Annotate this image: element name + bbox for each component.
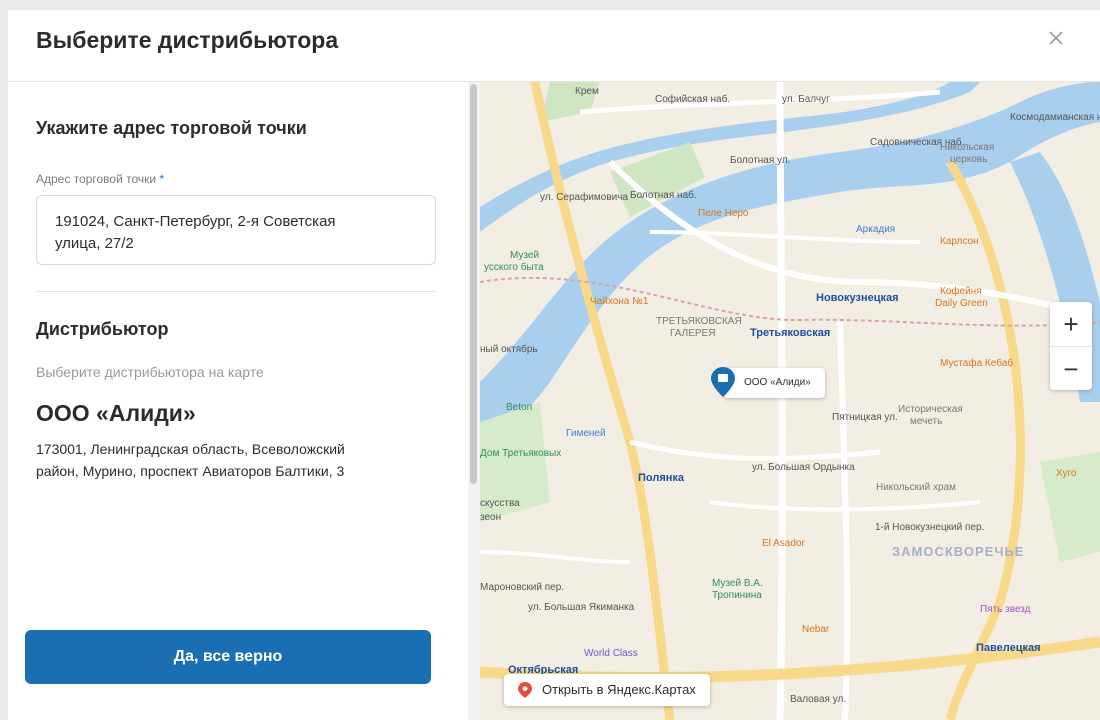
scrollbar-thumb[interactable] xyxy=(470,84,477,484)
left-panel-scrollbar[interactable] xyxy=(468,82,480,720)
distributor-address-line-2: район, Мурино, проспект Авиаторов Балтик… xyxy=(36,463,345,479)
poi-label: Кофейня xyxy=(940,286,982,297)
map-label: скусства xyxy=(480,498,520,509)
modal-title: Выберите дистрибьютора xyxy=(36,27,339,53)
poi-label: Хуго xyxy=(1056,468,1077,479)
poi-label: World Class xyxy=(584,648,638,659)
metro-label: Третьяковская xyxy=(750,327,831,339)
metro-label: Полянка xyxy=(638,472,685,484)
divider xyxy=(36,291,436,292)
museum-label: Тропинина xyxy=(712,590,762,601)
distributor-address-line-1: 173001, Ленинградская область, Всеволожс… xyxy=(36,441,345,457)
map-label: ТРЕТЬЯКОВСКАЯ xyxy=(656,316,742,327)
map[interactable]: Крем Софийская наб. Болотная ул. Болотна… xyxy=(480,82,1100,720)
map-label: Никольский храм xyxy=(876,482,957,493)
map-label: ГАЛЕРЕЯ xyxy=(670,328,716,339)
map-label: ный октябрь xyxy=(480,344,538,355)
distributor-modal: Выберите дистрибьютора Укажите адрес тор… xyxy=(8,10,1100,720)
poi-label: Пеле Неро xyxy=(698,208,749,219)
map-label: Историческая xyxy=(898,404,963,415)
map-label: Болотная наб. xyxy=(630,190,697,201)
map-label: ул. Большая Якиманка xyxy=(528,602,635,613)
museum-label: Музей xyxy=(510,250,540,261)
modal-header: Выберите дистрибьютора xyxy=(8,10,1100,82)
map-label: ул. Большая Ордынка xyxy=(752,462,855,473)
close-icon xyxy=(1049,31,1063,45)
metro-label: Павелецкая xyxy=(976,642,1041,654)
address-section-title: Укажите адрес торговой точки xyxy=(36,118,307,138)
zoom-control: + − xyxy=(1050,302,1092,390)
location-pin-icon xyxy=(518,682,532,698)
poi-label: El Asador xyxy=(762,538,805,549)
map-label: ул. Серафимовича xyxy=(540,192,628,203)
address-label-text: Адрес торговой точки xyxy=(36,172,157,186)
map-label: Крем xyxy=(575,86,599,97)
map-label: зеон xyxy=(480,512,502,523)
district-label: ЗАМОСКВОРЕЧЬЕ xyxy=(892,544,1025,559)
map-label: ул. Балчуг xyxy=(782,94,830,105)
required-mark: * xyxy=(159,172,165,186)
address-field-label: Адрес торговой точки * xyxy=(36,172,164,186)
open-yandex-maps-button[interactable]: Открыть в Яндекс.Картах xyxy=(504,674,710,706)
poi-label: Карлсон xyxy=(940,236,979,247)
map-label: Софийская наб. xyxy=(655,94,731,105)
marker-label: ООО «Алиди» xyxy=(724,368,825,398)
map-label: Валовая ул. xyxy=(790,694,847,705)
address-line-1: 191024, Санкт-Петербург, 2-я Советская xyxy=(55,213,336,230)
museum-label: Музей В.А. xyxy=(712,578,763,589)
map-label: Болотная ул. xyxy=(730,155,791,166)
distributor-hint: Выберите дистрибьютора на карте xyxy=(36,364,264,380)
map-label: мечеть xyxy=(910,416,943,427)
distributor-address: 173001, Ленинградская область, Всеволожс… xyxy=(36,438,416,482)
confirm-button[interactable]: Да, все верно xyxy=(25,630,431,684)
map-label: церковь xyxy=(950,154,988,165)
museum-label: Дом Третьяковых xyxy=(480,448,562,459)
map-label: 1-й Новокузнецкий пер. xyxy=(875,522,985,533)
open-yandex-maps-label: Открыть в Яндекс.Картах xyxy=(542,682,696,697)
zoom-in-button[interactable]: + xyxy=(1050,302,1092,346)
museum-label: Beton xyxy=(506,402,533,413)
poi-label: Пять звезд xyxy=(980,604,1031,615)
poi-label: Nebar xyxy=(802,624,830,635)
poi-label: Мустафа Кебаб xyxy=(940,358,1013,369)
poi-label: Гименей xyxy=(566,428,606,439)
address-field[interactable]: 191024, Санкт-Петербург, 2-я Советская у… xyxy=(36,195,436,265)
map-label: Никольская xyxy=(940,142,995,153)
map-label: Мароновский пер. xyxy=(480,582,565,593)
left-panel: Укажите адрес торговой точки Адрес торго… xyxy=(8,82,468,720)
map-background xyxy=(480,82,1100,720)
distributor-name: ООО «Алиди» xyxy=(36,400,196,426)
poi-label: Daily Green xyxy=(935,298,988,309)
poi-label: Чайхона №1 xyxy=(590,296,649,307)
poi-label: Аркадия xyxy=(856,224,896,235)
zoom-out-button[interactable]: − xyxy=(1050,346,1092,390)
metro-label: Новокузнецкая xyxy=(816,292,899,304)
map-label: Пятницкая ул. xyxy=(832,412,898,423)
distributor-section-title: Дистрибьютор xyxy=(36,319,169,339)
map-pin-icon xyxy=(711,367,735,397)
map-label: Космодамианская наб. xyxy=(1010,112,1100,123)
museum-label: усского быта xyxy=(484,262,544,273)
close-button[interactable] xyxy=(1042,24,1070,52)
address-line-2: улица, 27/2 xyxy=(55,235,134,252)
